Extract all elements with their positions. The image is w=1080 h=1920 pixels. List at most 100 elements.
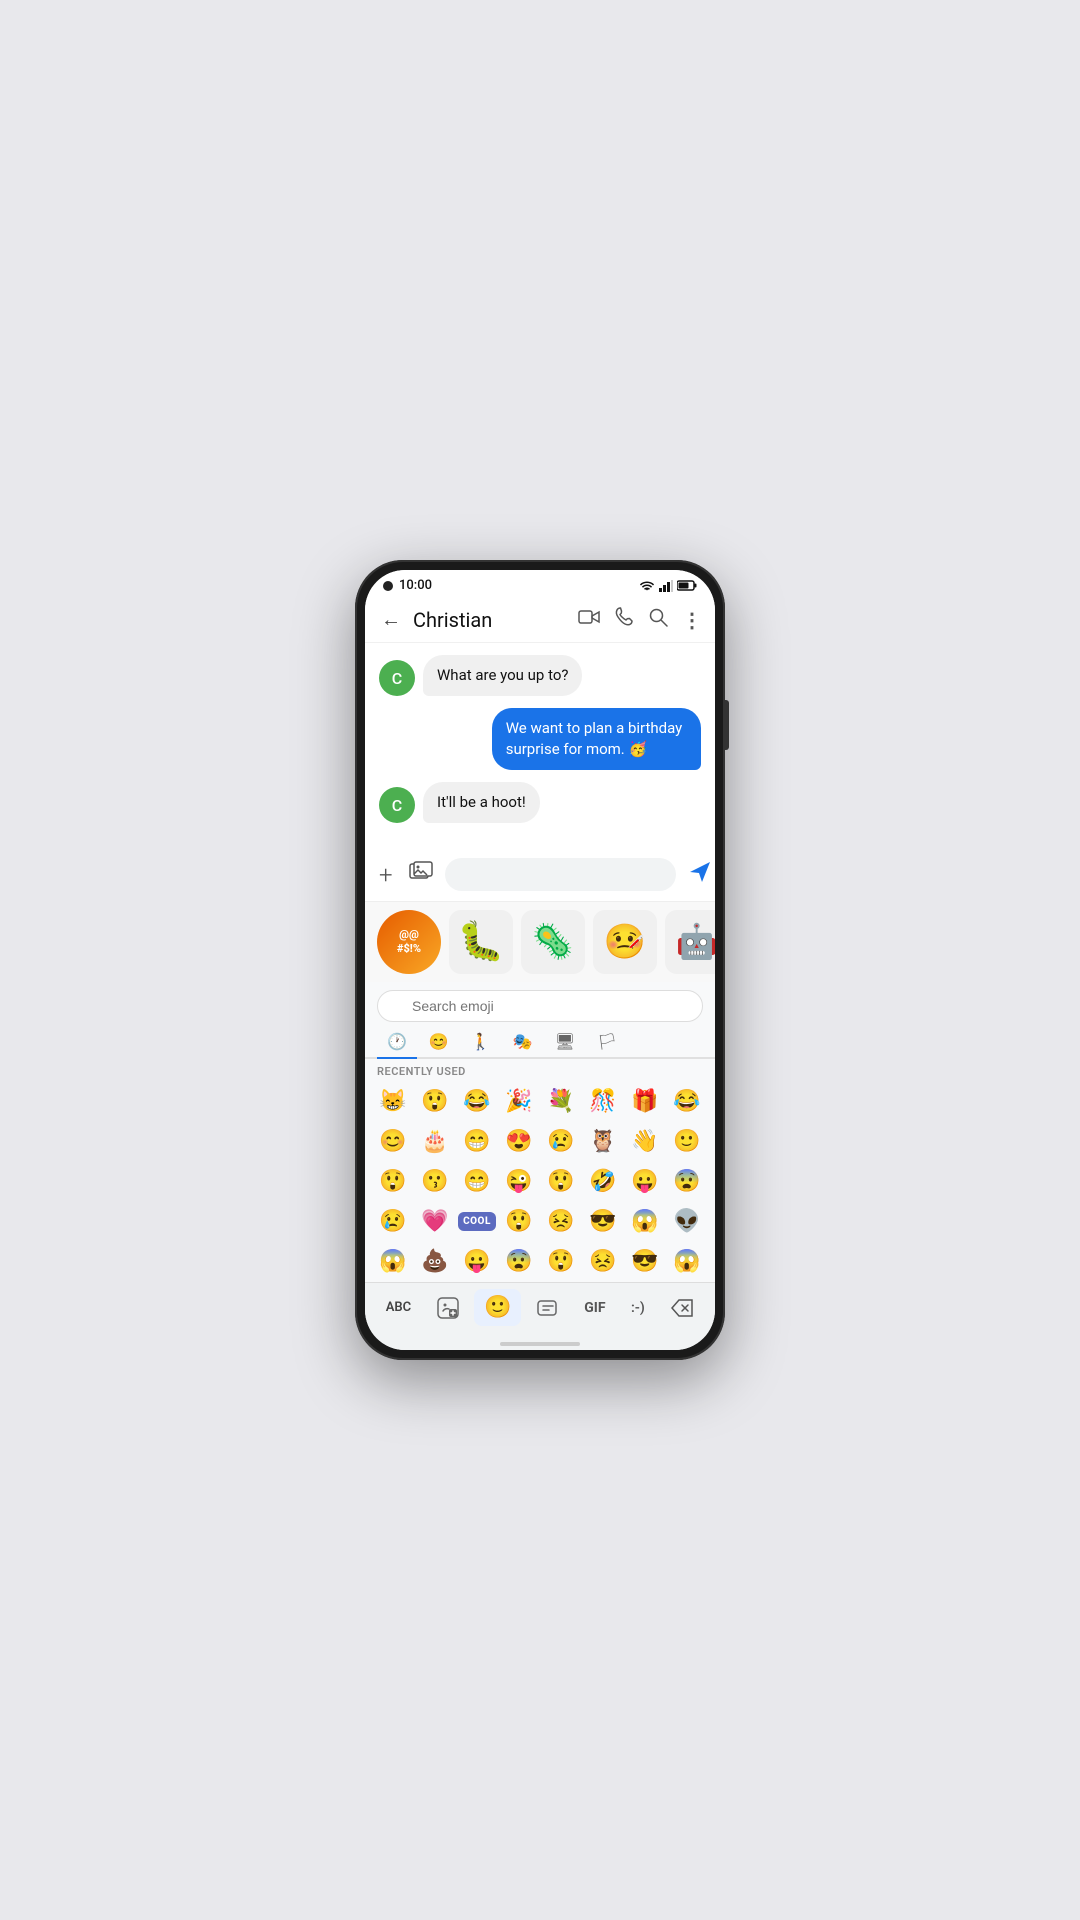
emoji-tab-flags[interactable]: 🏳 xyxy=(587,1026,627,1059)
status-bar: 10:00 xyxy=(365,570,715,597)
sticker-button[interactable] xyxy=(427,1291,469,1325)
battery-icon xyxy=(677,580,697,591)
sticker-robot[interactable]: 🤖 xyxy=(665,910,715,974)
add-button[interactable]: + xyxy=(375,857,397,893)
input-area: + xyxy=(365,848,715,901)
emoji-cell[interactable]: 💩 xyxy=(415,1242,455,1280)
emoji-cell[interactable]: 😲 xyxy=(541,1242,581,1280)
chat-area: C What are you up to? We want to plan a … xyxy=(365,643,715,848)
sticker-cursing[interactable]: @@#$!% xyxy=(377,910,441,974)
emoji-cell[interactable]: 😎 xyxy=(583,1202,623,1240)
emoji-cell[interactable]: 😨 xyxy=(499,1242,539,1280)
message-row: C It'll be a hoot! xyxy=(379,782,701,823)
send-button[interactable] xyxy=(684,856,715,893)
emoji-cell[interactable]: 😱 xyxy=(667,1242,707,1280)
emoji-cell[interactable]: 😲 xyxy=(499,1202,539,1240)
message-bubble: It'll be a hoot! xyxy=(423,782,540,823)
emoji-cell[interactable]: 😲 xyxy=(373,1162,413,1200)
emoji-cell[interactable]: 😊 xyxy=(373,1122,413,1160)
emoji-cell[interactable]: 😂 xyxy=(457,1082,497,1120)
emoji-cell[interactable]: 😣 xyxy=(583,1242,623,1280)
sticker-sick[interactable]: 🤒 xyxy=(593,910,657,974)
emoji-cell[interactable]: 🙂 xyxy=(667,1122,707,1160)
message-row: C What are you up to? xyxy=(379,655,701,696)
emoji-cell[interactable]: 😗 xyxy=(415,1162,455,1200)
emoji-cell[interactable]: 😂 xyxy=(667,1082,707,1120)
emoji-cell[interactable]: 😲 xyxy=(415,1082,455,1120)
emoji-cell[interactable]: 🎊 xyxy=(583,1082,623,1120)
stickers-button[interactable] xyxy=(527,1291,569,1325)
message-bubble: We want to plan a birthday surprise for … xyxy=(492,708,701,770)
emoji-cell[interactable]: 🦉 xyxy=(583,1122,623,1160)
emoji-cell[interactable]: 😁 xyxy=(457,1122,497,1160)
emoji-search-input[interactable] xyxy=(377,990,703,1022)
emoji-cell[interactable]: 🎉 xyxy=(499,1082,539,1120)
home-bar xyxy=(500,1342,580,1346)
emoji-cell[interactable]: 😛 xyxy=(457,1242,497,1280)
phone-call-button[interactable] xyxy=(614,607,634,632)
emoji-button[interactable]: 🙂 xyxy=(474,1289,521,1326)
emoji-tab-activities[interactable]: 🎭 xyxy=(503,1026,543,1059)
wifi-icon xyxy=(639,580,655,592)
emoji-cell[interactable]: 😲 xyxy=(541,1162,581,1200)
chat-header: ← Christian xyxy=(365,597,715,643)
side-button xyxy=(725,700,729,750)
emoji-cell[interactable]: 😛 xyxy=(625,1162,665,1200)
search-button[interactable] xyxy=(648,607,668,632)
message-row: We want to plan a birthday surprise for … xyxy=(379,708,701,770)
stickers-row: @@#$!% 🐛 🦠 🤒 🤖 xyxy=(365,901,715,982)
emoji-cell[interactable]: 🎁 xyxy=(625,1082,665,1120)
gallery-button[interactable] xyxy=(405,857,437,893)
phone-device: 10:00 xyxy=(355,560,725,1360)
emoji-section-label: RECENTLY USED xyxy=(365,1059,715,1080)
gif-button[interactable]: GIF xyxy=(574,1294,615,1322)
emoji-cell[interactable]: 😣 xyxy=(541,1202,581,1240)
sticker-germ[interactable]: 🦠 xyxy=(521,910,585,974)
emoji-tab-recent[interactable]: 🕐 xyxy=(377,1026,417,1059)
gif-label: GIF xyxy=(584,1300,605,1316)
emoji-cell[interactable]: COOL xyxy=(457,1202,497,1240)
emoji-cell[interactable]: 😱 xyxy=(373,1242,413,1280)
abc-button[interactable]: ABC xyxy=(376,1294,421,1321)
emoji-cell[interactable]: 👽 xyxy=(667,1202,707,1240)
emoji-cell[interactable]: 😱 xyxy=(625,1202,665,1240)
avatar: C xyxy=(379,787,415,823)
avatar: C xyxy=(379,660,415,696)
emoji-cell[interactable]: 😜 xyxy=(499,1162,539,1200)
message-bubble: What are you up to? xyxy=(423,655,582,696)
emoji-cell[interactable]: 😢 xyxy=(541,1122,581,1160)
emoji-cell[interactable]: 🎂 xyxy=(415,1122,455,1160)
emoji-cell[interactable]: 😢 xyxy=(373,1202,413,1240)
emoji-tab-smileys[interactable]: 😊 xyxy=(419,1026,459,1059)
emoji-tabs: 🕐 😊 🚶 🎭 🖥 🏳 xyxy=(365,1026,715,1059)
more-options-button[interactable]: ⋮ xyxy=(682,608,703,632)
emoji-tab-objects[interactable]: 🖥 xyxy=(545,1026,585,1059)
backspace-button[interactable] xyxy=(660,1292,704,1324)
phone-screen: 10:00 xyxy=(365,570,715,1350)
emoji-grid: 😸 😲 😂 🎉 💐 🎊 🎁 😂 😊 🎂 😁 😍 😢 🦉 👋 🙂 😲 xyxy=(365,1080,715,1282)
emoji-cell[interactable]: 💐 xyxy=(541,1082,581,1120)
emoji-cell[interactable]: 😍 xyxy=(499,1122,539,1160)
emoji-cell[interactable]: 💗 xyxy=(415,1202,455,1240)
emoticons-button[interactable]: :-) xyxy=(621,1294,655,1322)
emoji-keyboard: 🔍 🕐 😊 🚶 🎭 🖥 🏳 RECENTLY USED 😸 😲 😂 xyxy=(365,982,715,1282)
emoji-cell[interactable]: 🤣 xyxy=(583,1162,623,1200)
emoji-icon: 🙂 xyxy=(484,1295,511,1320)
emoji-cell[interactable]: 👋 xyxy=(625,1122,665,1160)
signal-icon xyxy=(659,580,673,592)
emoji-cell[interactable]: 😁 xyxy=(457,1162,497,1200)
emoji-cell[interactable]: 😨 xyxy=(667,1162,707,1200)
home-indicator xyxy=(365,1336,715,1350)
header-actions: ⋮ xyxy=(578,607,703,632)
video-call-button[interactable] xyxy=(578,608,600,631)
back-button[interactable]: ← xyxy=(377,603,405,636)
emoji-tab-people[interactable]: 🚶 xyxy=(461,1026,501,1059)
sticker-blob[interactable]: 🐛 xyxy=(449,910,513,974)
emoji-cell[interactable]: 😎 xyxy=(625,1242,665,1280)
message-input[interactable] xyxy=(445,858,676,891)
status-time: 10:00 xyxy=(399,578,432,593)
search-wrap: 🔍 xyxy=(377,990,703,1022)
contact-name: Christian xyxy=(413,608,570,632)
abc-label: ABC xyxy=(386,1300,411,1315)
emoji-cell[interactable]: 😸 xyxy=(373,1082,413,1120)
